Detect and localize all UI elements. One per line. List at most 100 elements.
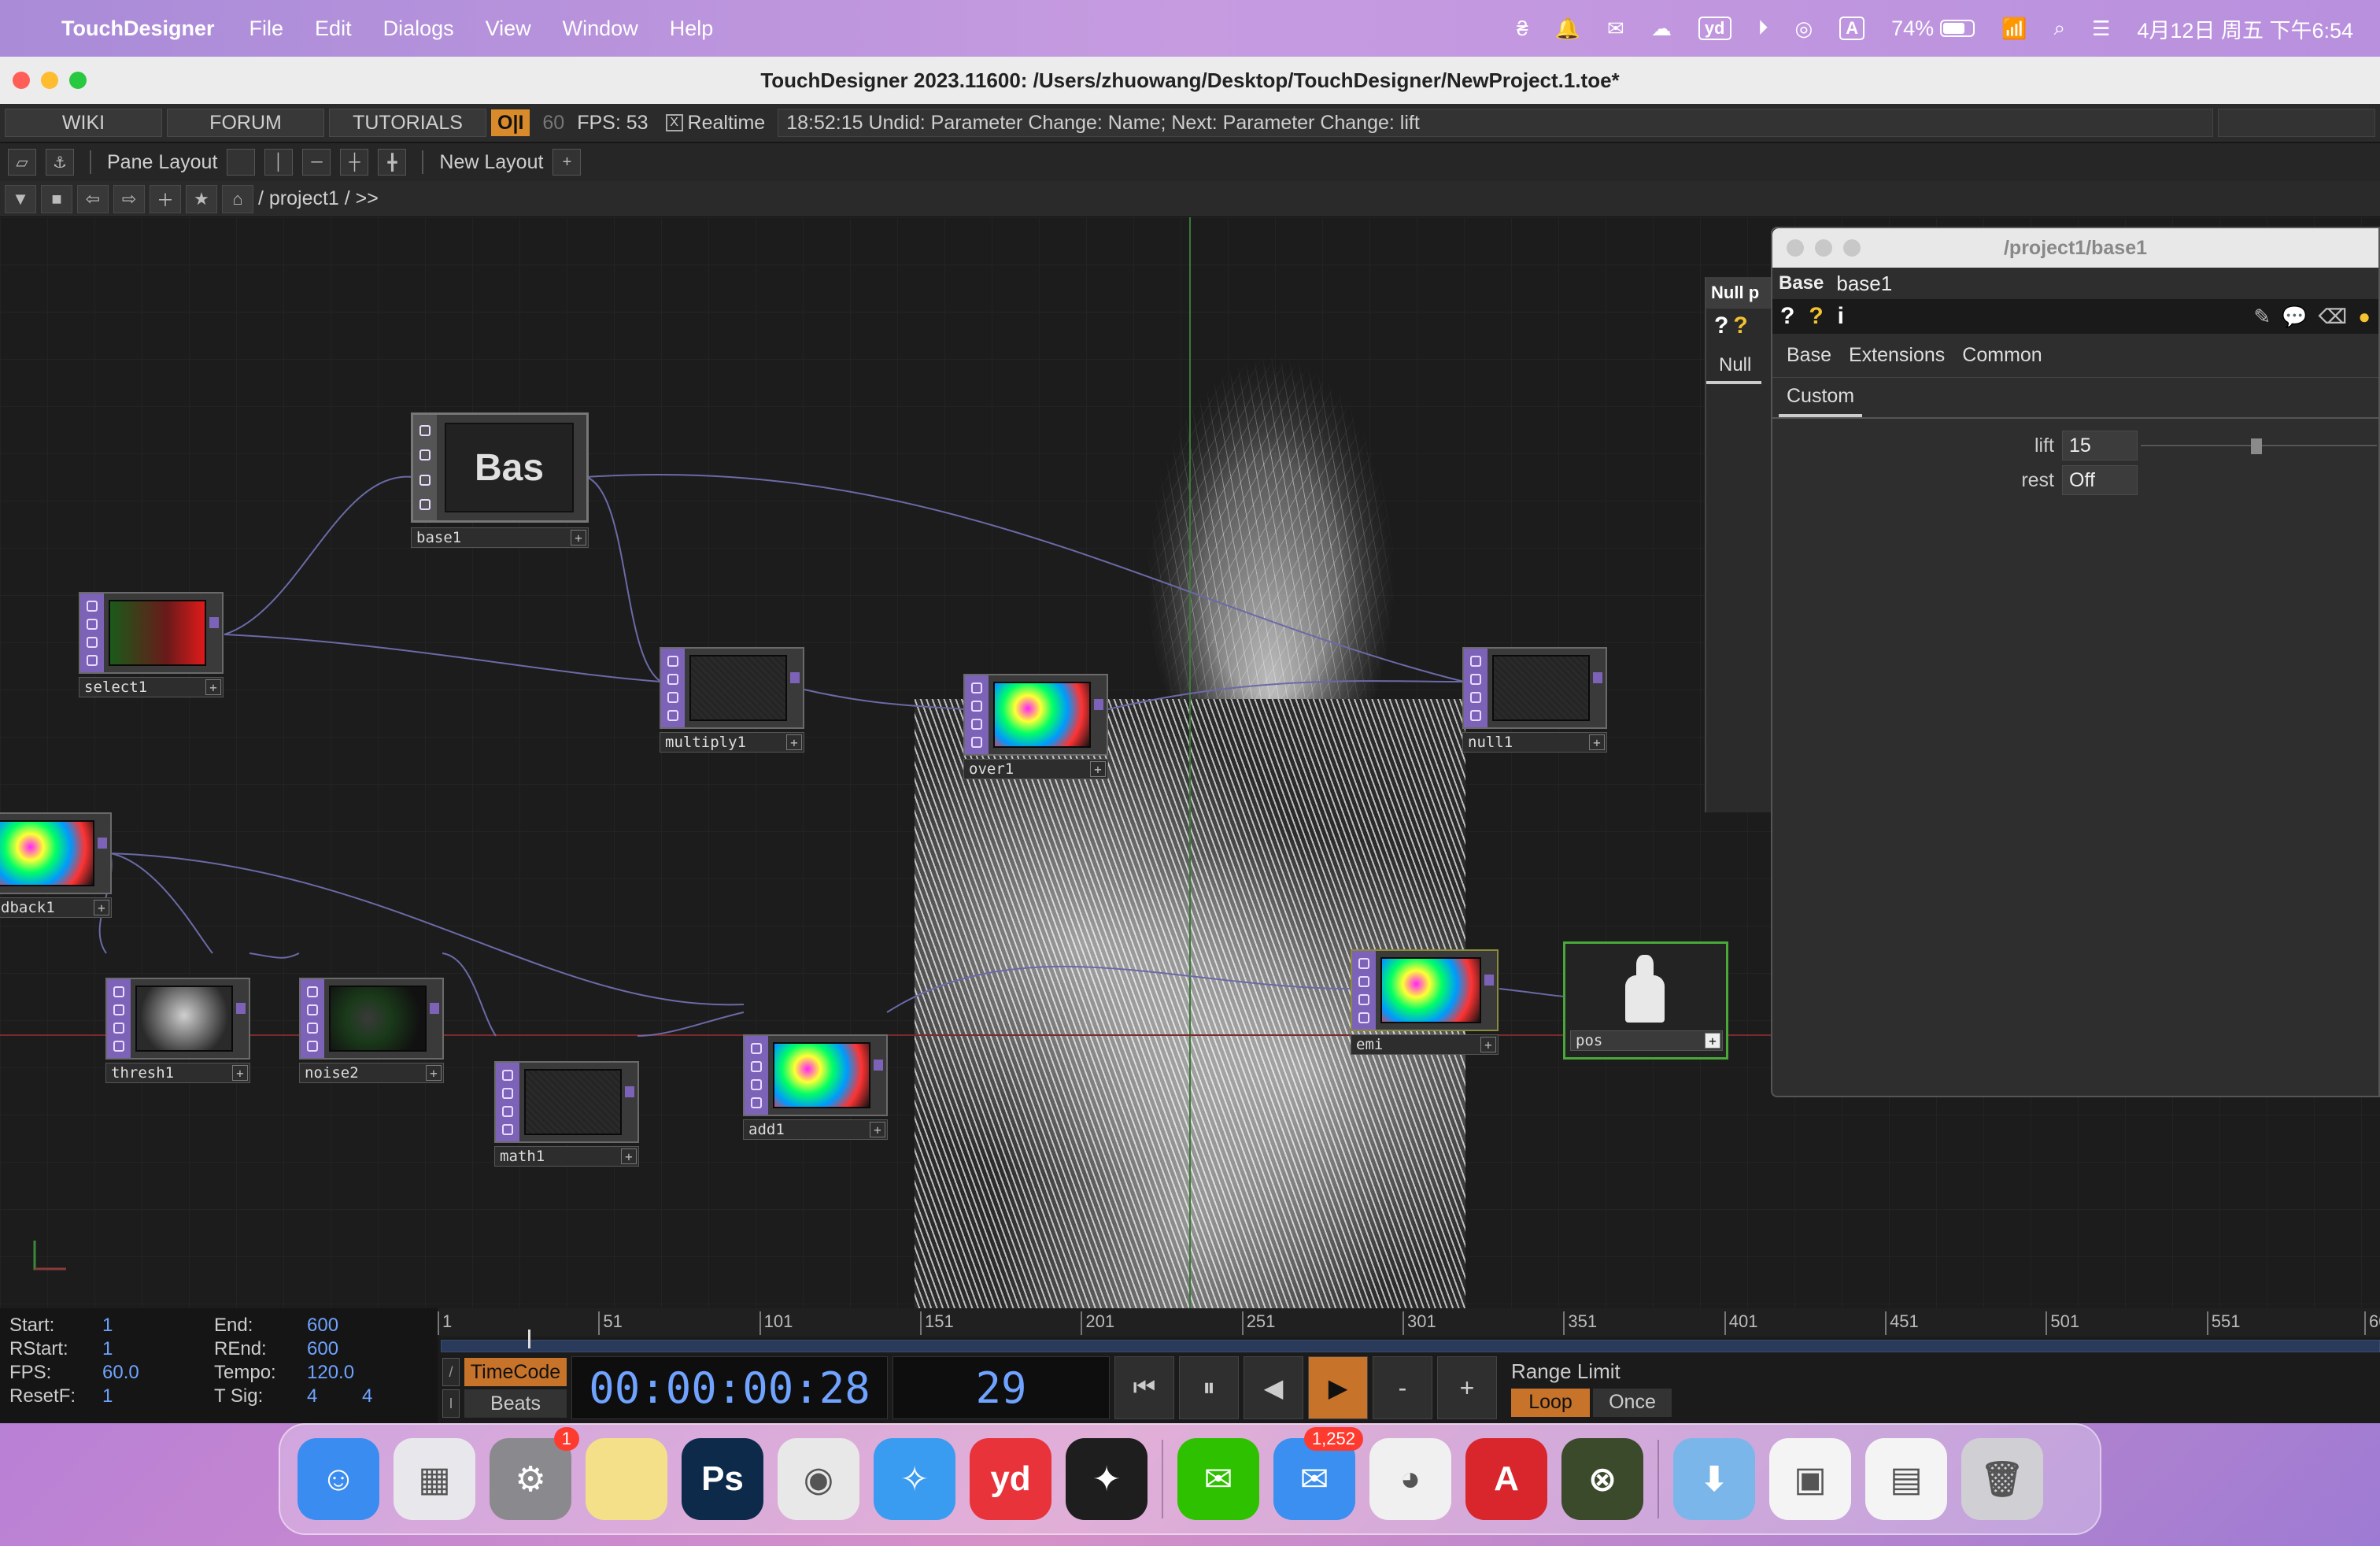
home-icon[interactable]: ⌂ (222, 184, 253, 213)
pause-icon[interactable]: ⏸ (1179, 1356, 1239, 1419)
menu-file[interactable]: File (249, 17, 284, 41)
flag-icon[interactable] (971, 736, 982, 748)
timecode-mode-button[interactable]: TimeCode (464, 1358, 567, 1386)
start-value[interactable]: 1 (102, 1315, 113, 1337)
node-label[interactable]: pos (1576, 1032, 1602, 1049)
stop-icon[interactable]: ■ (41, 184, 72, 213)
flag-icon[interactable] (751, 1078, 762, 1090)
dropdown-icon[interactable]: ▼ (5, 184, 36, 213)
back-icon[interactable]: ⇦ (77, 184, 109, 213)
node-plus-button[interactable]: + (232, 1065, 248, 1081)
python-help-icon[interactable]: ? (1733, 313, 1747, 339)
flag-icon[interactable] (1358, 957, 1369, 969)
battery-indicator[interactable]: 74% (1891, 17, 1975, 41)
menu-window[interactable]: Window (563, 17, 638, 41)
node-label[interactable]: noise2 (305, 1064, 359, 1082)
param-zoom-button[interactable] (1843, 239, 1861, 257)
param-window-titlebar[interactable]: /project1/base1 (1772, 228, 2378, 268)
loop-button[interactable]: Loop (1511, 1388, 1590, 1417)
timeline-bar-button[interactable]: I (442, 1389, 460, 1418)
info-icon[interactable]: i (1838, 303, 1844, 330)
rend-value[interactable]: 600 (307, 1338, 338, 1360)
node-label[interactable]: dback1 (1, 899, 55, 916)
flag-icon[interactable] (307, 986, 318, 997)
beats-mode-button[interactable]: Beats (464, 1389, 567, 1418)
dock-app-downloads[interactable]: ⬇ (1673, 1438, 1755, 1520)
dock-app-preview[interactable]: ▣ (1769, 1438, 1851, 1520)
node-plus-button[interactable]: + (205, 679, 221, 695)
op-name[interactable]: base1 (1836, 272, 1892, 296)
dock-app-chrome-apps[interactable]: ▤ (1865, 1438, 1947, 1520)
dock-app-figma[interactable]: ✦ (1066, 1438, 1148, 1520)
node-label[interactable]: thresh1 (111, 1064, 174, 1082)
node-plus-button[interactable]: + (786, 734, 802, 750)
node-label[interactable]: null1 (1468, 734, 1513, 751)
flag-icon[interactable] (971, 718, 982, 730)
timeline-range-bar[interactable] (441, 1330, 2380, 1352)
step-forward-button[interactable]: + (1437, 1356, 1497, 1419)
menu-dialogs[interactable]: Dialogs (383, 17, 454, 41)
dock-app-wechat[interactable]: ✉ (1177, 1438, 1259, 1520)
wiki-button[interactable]: WIKI (5, 109, 162, 137)
output-port[interactable] (1593, 672, 1602, 683)
node-plus-button[interactable]: + (621, 1148, 637, 1164)
flag-icon[interactable] (971, 682, 982, 693)
dock-app-photoshop[interactable]: Ps (682, 1438, 763, 1520)
frame-display[interactable]: 29 (893, 1356, 1110, 1419)
dock-app-notes[interactable] (586, 1438, 667, 1520)
dock-app-finder[interactable]: ☺ (298, 1438, 379, 1520)
tab-extensions[interactable]: Extensions (1849, 344, 1945, 367)
node-plus-button[interactable]: + (1705, 1033, 1720, 1049)
tab-custom[interactable]: Custom (1779, 385, 1863, 417)
node-label[interactable]: base1 (416, 529, 461, 546)
once-button[interactable]: Once (1593, 1388, 1672, 1417)
flag-icon[interactable] (87, 654, 98, 666)
network-path[interactable]: / project1 / >> (258, 187, 379, 210)
rstart-value[interactable]: 1 (102, 1338, 113, 1360)
tsig-denominator[interactable]: 4 (362, 1385, 372, 1407)
airdrop-icon[interactable]: ◎ (1795, 17, 1813, 41)
flag-icon[interactable] (113, 1040, 124, 1052)
flag-icon[interactable] (87, 636, 98, 648)
flag-icon[interactable] (502, 1069, 513, 1081)
pencil-icon[interactable]: ✎ (2253, 305, 2271, 329)
menu-edit[interactable]: Edit (315, 17, 352, 41)
flag-icon[interactable] (1470, 691, 1481, 703)
help-icon[interactable]: ? (1780, 303, 1794, 330)
rest-toggle-field[interactable]: Off (2062, 465, 2138, 495)
wechat-icon[interactable]: ✉ (1607, 17, 1624, 41)
flag-icon[interactable] (1358, 993, 1369, 1005)
layout-single-icon[interactable] (227, 149, 256, 176)
help-icon[interactable]: ? (1714, 313, 1728, 339)
flag-icon[interactable] (1470, 709, 1481, 721)
wifi-icon[interactable]: 📶 (2001, 17, 2027, 41)
layout-quad-icon[interactable]: ╋ (378, 149, 407, 176)
flag-icon[interactable] (502, 1123, 513, 1135)
flag-icon[interactable] (1470, 673, 1481, 685)
flag-icon[interactable] (419, 474, 431, 486)
python-icon[interactable]: ● (2358, 305, 2371, 329)
output-port[interactable] (98, 838, 107, 849)
dock-app-mail[interactable]: ✉ 1,252 (1273, 1427, 1363, 1520)
dock-app-qq[interactable]: ◕ (1369, 1438, 1451, 1520)
flag-icon[interactable] (1358, 1012, 1369, 1023)
output-port[interactable] (430, 1003, 439, 1014)
skip-start-icon[interactable]: ⏮ (1114, 1356, 1174, 1419)
layout-triple-icon[interactable]: ┼ (340, 149, 369, 176)
node-label[interactable]: emi (1356, 1036, 1383, 1053)
flag-icon[interactable] (667, 691, 678, 703)
minimize-button[interactable] (41, 72, 58, 89)
timeline-ruler[interactable]: 151101151201251301351401451501551600 (438, 1308, 2380, 1337)
playhead[interactable] (528, 1330, 530, 1348)
dock-app-youdao[interactable]: yd (970, 1438, 1051, 1520)
layout-split-v-icon[interactable]: │ (264, 149, 294, 176)
flag-icon[interactable] (87, 600, 98, 612)
node-plus-button[interactable]: + (870, 1122, 885, 1137)
lift-value-field[interactable]: 15 (2062, 431, 2138, 460)
close-button[interactable] (13, 72, 30, 89)
eraser-icon[interactable]: ⌫ (2319, 305, 2348, 329)
param-close-button[interactable] (1787, 239, 1804, 257)
dock-app-launchpad[interactable]: ▦ (394, 1438, 475, 1520)
control-center-icon[interactable]: ☰ (2092, 17, 2110, 41)
grapheme-icon[interactable]: ₴ (1517, 17, 1528, 41)
